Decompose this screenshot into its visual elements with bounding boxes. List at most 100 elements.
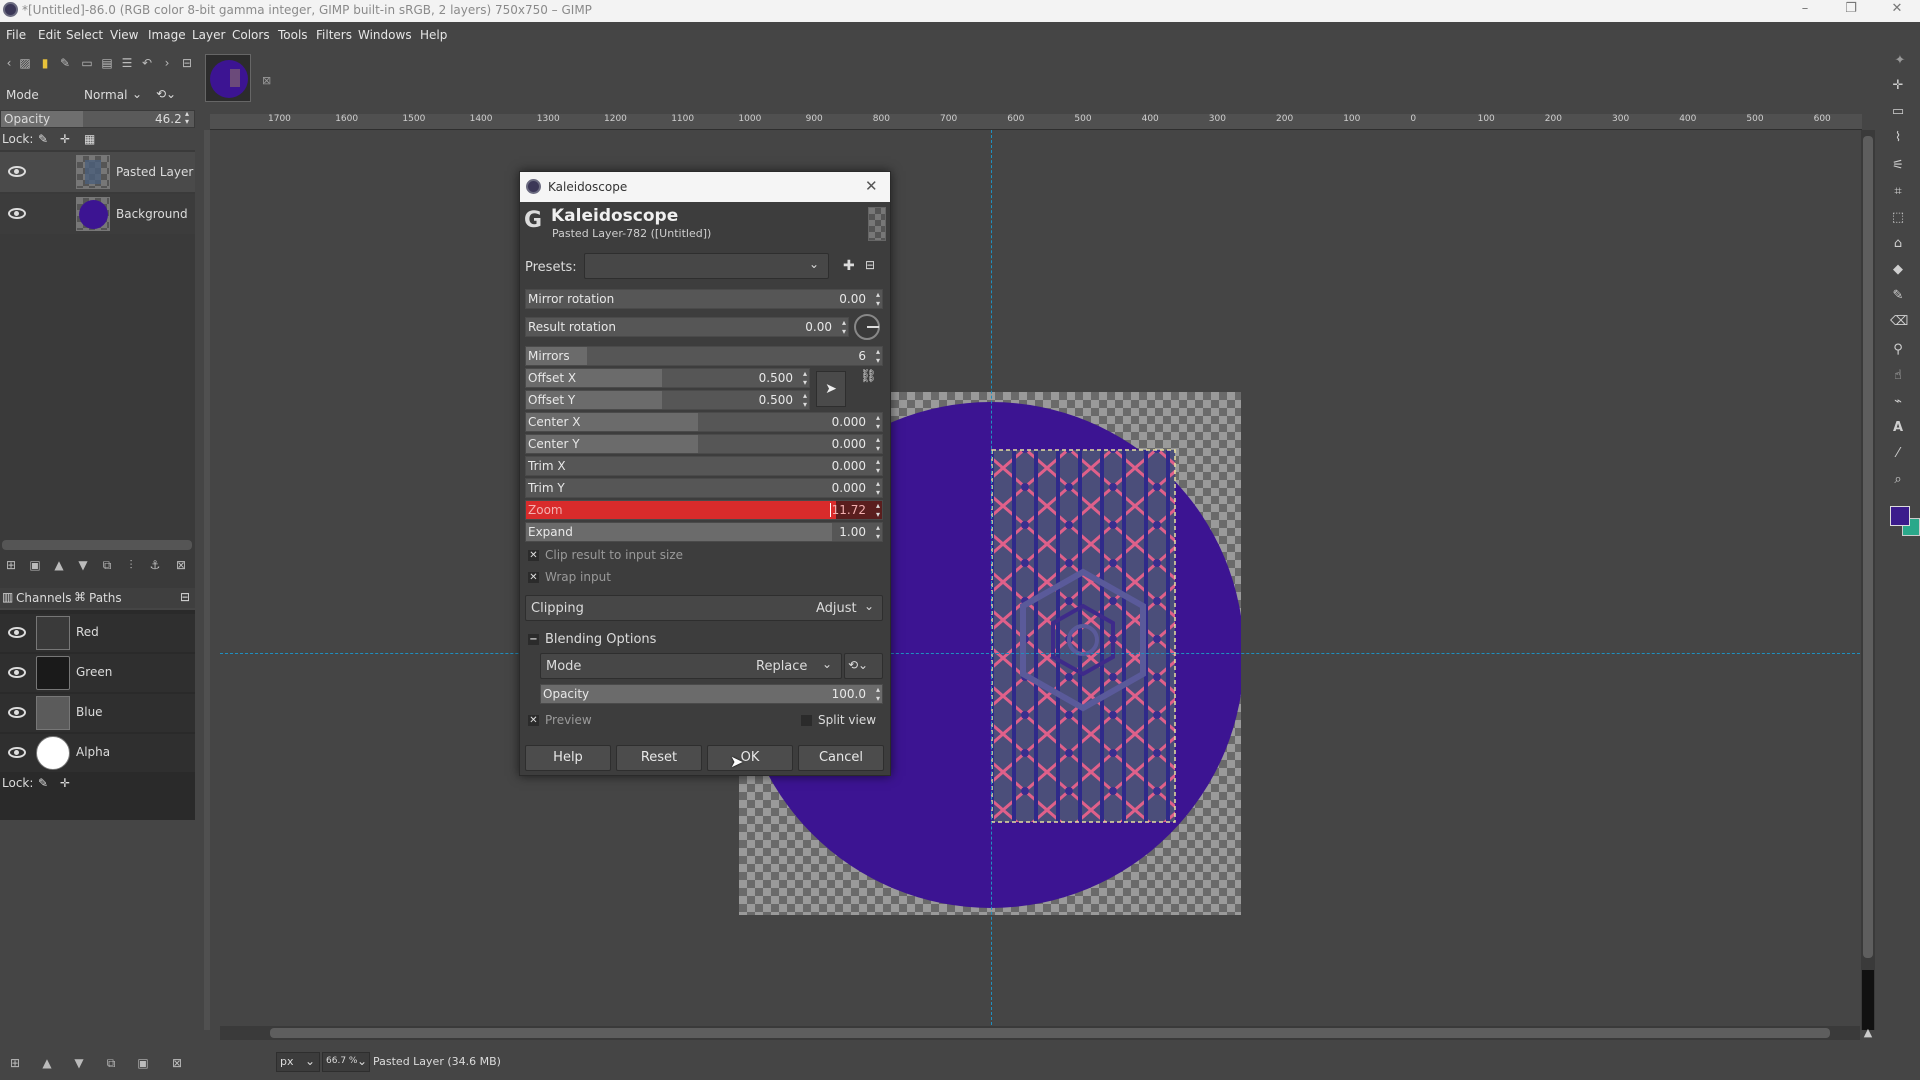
spin-icon[interactable]: ▴ ▾	[876, 435, 880, 453]
vertical-guide[interactable]	[991, 130, 992, 1025]
anchor-icon[interactable]: ⚓	[148, 558, 162, 572]
raise-channel-icon[interactable]: ▲	[40, 1056, 54, 1070]
blend-mode-select[interactable]: Mode Replace ⌄	[540, 653, 842, 679]
pattern-icon[interactable]: ▭	[80, 56, 94, 70]
menu-edit[interactable]: Edit	[38, 28, 61, 42]
offset-y-slider[interactable]: Offset Y 0.500 ▴ ▾	[525, 390, 810, 410]
preview-checkbox[interactable]: ✕	[528, 715, 539, 726]
visibility-eye-icon[interactable]	[8, 707, 26, 718]
help-button[interactable]: Help	[525, 745, 611, 771]
center-x-slider[interactable]: Center X 0.000 ▴ ▾	[525, 412, 883, 432]
layers-scrollbar[interactable]	[2, 540, 192, 550]
merge-layer-icon[interactable]: ⫶	[124, 558, 138, 572]
device-status-icon[interactable]: ▮	[38, 56, 52, 70]
clone-icon[interactable]: ⚲	[1890, 342, 1906, 358]
raise-layer-icon[interactable]: ▲	[52, 558, 66, 572]
center-y-slider[interactable]: Center Y 0.000 ▴ ▾	[525, 434, 883, 454]
collapse-minus-icon[interactable]: −	[528, 634, 539, 645]
minimize-button[interactable]: –	[1794, 1, 1816, 21]
split-view-checkbox[interactable]	[801, 715, 812, 726]
menu-help[interactable]: Help	[420, 28, 447, 42]
new-layer-icon[interactable]: ⊞	[4, 558, 18, 572]
visibility-eye-icon[interactable]	[8, 747, 26, 758]
add-preset-icon[interactable]: ✚	[843, 258, 855, 274]
menu-windows[interactable]: Windows	[358, 28, 412, 42]
move-tool-icon[interactable]: ✛	[1890, 78, 1906, 94]
channel-row-green[interactable]: Green	[0, 654, 195, 692]
color-picker-icon[interactable]: ⁄	[1890, 446, 1906, 462]
navigate-icon[interactable]: ▲	[1861, 1026, 1875, 1040]
paths-tool-icon[interactable]: ⌁	[1890, 394, 1906, 410]
crop-icon[interactable]: ⌗	[1890, 184, 1906, 200]
menu-tools[interactable]: Tools	[278, 28, 308, 42]
visibility-eye-icon[interactable]	[8, 667, 26, 678]
result-rotation-slider[interactable]: Result rotation 0.00 ▴ ▾	[525, 317, 849, 337]
rotation-dial[interactable]	[854, 314, 880, 340]
restore-button[interactable]: ❐	[1840, 1, 1862, 21]
text-tool-icon[interactable]: A	[1890, 420, 1906, 436]
offset-x-slider[interactable]: Offset X 0.500 ▴ ▾	[525, 368, 810, 388]
pick-coordinates-button[interactable]: ➤	[816, 371, 846, 407]
opacity-spin-icon[interactable]: ▴ ▾	[185, 110, 189, 126]
duplicate-layer-icon[interactable]: ⧉	[100, 558, 114, 572]
lock-pixels-icon[interactable]: ✎	[38, 776, 48, 790]
paintbrush-icon[interactable]: ✎	[1890, 288, 1906, 304]
spin-icon[interactable]: ▴ ▾	[803, 369, 807, 387]
undo-icon[interactable]: ↶	[140, 56, 154, 70]
spin-icon[interactable]: ▴ ▾	[842, 318, 846, 336]
spin-icon[interactable]: ▴ ▾	[876, 290, 880, 308]
zoom-tool-icon[interactable]: ⌕	[1890, 472, 1906, 488]
brush-icon[interactable]: ✎	[58, 56, 72, 70]
new-group-icon[interactable]: ▣	[28, 558, 42, 572]
blending-options-label[interactable]: Blending Options	[545, 632, 656, 647]
bucket-fill-icon[interactable]: ◆	[1890, 262, 1906, 278]
clip-result-checkbox[interactable]: ✕	[528, 550, 539, 561]
document-icon[interactable]: ▤	[100, 56, 114, 70]
zoom-slider[interactable]: Zoom 11.72 ▴ ▾	[525, 500, 883, 520]
visibility-eye-icon[interactable]	[8, 166, 26, 177]
preset-menu-icon[interactable]: ⊟	[865, 258, 875, 272]
spin-icon[interactable]: ▴ ▾	[876, 479, 880, 497]
spin-icon[interactable]: ▴ ▾	[876, 347, 880, 365]
chain-link-icon[interactable]: ⛓	[860, 370, 877, 383]
channel-row-alpha[interactable]: Alpha	[0, 734, 195, 772]
menu-view[interactable]: View	[110, 28, 138, 42]
close-icon[interactable]: ✕	[865, 177, 878, 195]
reset-button[interactable]: Reset	[616, 745, 702, 771]
spin-icon[interactable]: ▴ ▾	[876, 685, 880, 703]
menu-filters[interactable]: Filters	[316, 28, 352, 42]
blend-opacity-slider[interactable]: Opacity 100.0 ▴ ▾	[540, 684, 883, 704]
new-channel-icon[interactable]: ⊞	[8, 1056, 22, 1070]
trim-x-slider[interactable]: Trim X 0.000 ▴ ▾	[525, 456, 883, 476]
vertical-scrollbar[interactable]	[1861, 130, 1875, 1030]
dock-menu-icon[interactable]: ⊟	[180, 590, 190, 604]
horizontal-ruler[interactable]: 1700 1600 1500 1400 1300 1200 1100 1000 900 800 70…	[210, 114, 1862, 130]
mode-reset-icon[interactable]: ⟲⌄	[156, 87, 176, 101]
layer-mode-select[interactable]: Normal	[84, 88, 127, 102]
composite-mode-select[interactable]: ⟲⌄	[844, 653, 883, 679]
tab-paths[interactable]: Paths	[89, 591, 122, 605]
lock-alpha-icon[interactable]: ▦	[84, 132, 95, 146]
fuzzy-select-icon[interactable]: ⚟	[1890, 158, 1906, 174]
duplicate-channel-icon[interactable]: ⧉	[104, 1056, 118, 1070]
arrow-left-icon[interactable]: ‹	[2, 56, 16, 70]
tool-options-icon[interactable]: ▨	[18, 56, 32, 70]
delete-layer-icon[interactable]: ⊠	[174, 558, 188, 572]
clipping-select[interactable]: Clipping Adjust ⌄	[525, 595, 883, 621]
lock-position-icon[interactable]: ✛	[60, 132, 70, 146]
eraser-icon[interactable]: ⌫	[1890, 314, 1908, 330]
tab-channels[interactable]: Channels	[16, 591, 72, 605]
channel-row-red[interactable]: Red	[0, 614, 195, 652]
opacity-slider[interactable]: Opacity 46.2 ▴ ▾	[0, 110, 195, 128]
unit-select[interactable]: px ⌄	[276, 1052, 320, 1072]
spin-icon[interactable]: ▴ ▾	[876, 501, 880, 519]
spin-icon[interactable]: ▴ ▾	[876, 523, 880, 541]
field-value[interactable]: 11.72	[829, 503, 866, 517]
cancel-button[interactable]: Cancel	[798, 745, 884, 771]
wrap-input-checkbox[interactable]: ✕	[528, 572, 539, 583]
menu-select[interactable]: Select	[66, 28, 103, 42]
spin-icon[interactable]: ▴ ▾	[803, 391, 807, 409]
transform-icon[interactable]: ⬚	[1890, 210, 1906, 226]
ok-button[interactable]: OK	[707, 745, 793, 771]
smudge-icon[interactable]: ☝	[1890, 368, 1906, 384]
